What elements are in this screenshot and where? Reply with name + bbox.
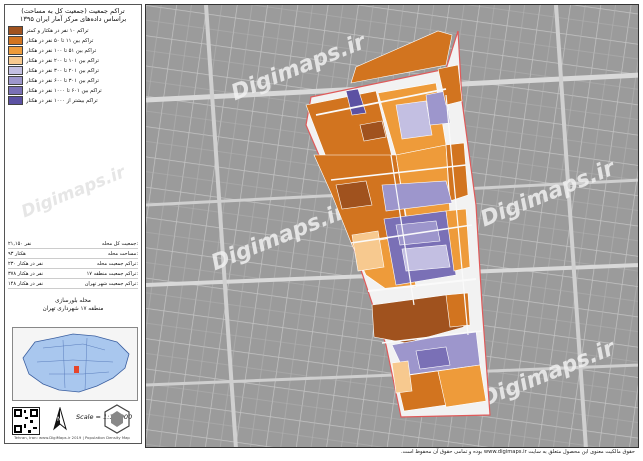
stat-label: جمعیت کل محله: <box>101 240 138 247</box>
legend-label: تراکم بین ۵۱ تا ۱۰۰ نفر در هکتار <box>26 47 97 54</box>
stats-table: ۲۱,۱۵۰ نفر جمعیت کل محله: ۹۳ هکتار مساحت م… <box>8 239 138 289</box>
legend-item: تراکم بین ۶۰۱ تا ۱۰۰۰ نفر در هکتار <box>8 86 138 95</box>
legend-swatch <box>8 76 23 85</box>
legend-swatch <box>8 86 23 95</box>
stat-value: ۹۳ هکتار <box>8 250 26 257</box>
digimaps-logo-icon <box>104 404 130 434</box>
stat-label: تراکم جمعیت شهر تهران: <box>84 280 138 287</box>
legend-item: تراکم بین ۱۱ تا ۵۰ نفر در هکتار <box>8 36 138 45</box>
legend-item: تراکم بین ۵۱ تا ۱۰۰ نفر در هکتار <box>8 46 138 55</box>
legend-panel: تراکم جمعیت (جمعیت کل به مساحت) براساس د… <box>4 4 142 444</box>
main-map[interactable]: Digimaps.ir Digimaps.ir Digimaps.ir Digi… <box>145 4 639 448</box>
copyright-footer: حقوق مالکیت معنوی این محصول متعلق به سای… <box>401 449 635 455</box>
stat-value: ۲۳۰ نفر در هکتار <box>8 260 44 267</box>
legend-item: تراکم بین ۱۰۱ تا ۲۰۰ نفر در هکتار <box>8 56 138 65</box>
stat-row: ۲۱,۱۵۰ نفر جمعیت کل محله: <box>8 239 138 249</box>
stat-label: تراکم جمعیت محله: <box>96 260 138 267</box>
legend-label: تراکم بین ۱۱ تا ۵۰ نفر در هکتار <box>26 37 94 44</box>
tehran-locator-svg <box>22 333 130 393</box>
legend-list: تراکم ۱۰ نفر در هکتار و کمتر تراکم بین ۱… <box>8 26 138 105</box>
legend-label: تراکم بین ۱۰۱ تا ۲۰۰ نفر در هکتار <box>26 57 99 64</box>
legend-item: تراکم بیشتر از ۱۰۰۰ نفر در هکتار <box>8 96 138 105</box>
legend-label: تراکم بین ۶۰۱ تا ۱۰۰۰ نفر در هکتار <box>26 87 102 94</box>
area-name-box: محله بلورسازی منطقه ۱۷ شهرداری تهران <box>8 297 138 313</box>
legend-title-line2: براساس داده‌های مرکز آمار ایران ۱۳۹۵ <box>19 15 127 23</box>
stat-row: ۳۷۸ نفر در هکتار تراکم جمعیت منطقه ۱۷: <box>8 269 138 279</box>
stat-row: ۱۴۸ نفر در هکتار تراکم جمعیت شهر تهران: <box>8 279 138 289</box>
qr-code-icon <box>12 407 40 435</box>
stat-label: تراکم جمعیت منطقه ۱۷: <box>86 270 138 277</box>
map-canvas: Digimaps.ir Digimaps.ir Digimaps.ir Digi… <box>146 5 638 447</box>
stat-value: ۳۷۸ نفر در هکتار <box>8 270 44 277</box>
legend-swatch <box>8 26 23 35</box>
stat-value: ۱۴۸ نفر در هکتار <box>8 280 44 287</box>
legend-swatch <box>8 36 23 45</box>
credit-text: Tehran, Iran: www.DigiMaps.ir 2019 | Pop… <box>14 435 130 440</box>
legend-swatch <box>8 66 23 75</box>
legend-item: تراکم بین ۳۰۱ تا ۶۰۰ نفر در هکتار <box>8 76 138 85</box>
stat-row: ۹۳ هکتار مساحت محله: <box>8 249 138 259</box>
legend-swatch <box>8 46 23 55</box>
neighborhood-name: محله بلورسازی <box>55 298 91 304</box>
map-footer-tools: N Scale = 1:10,000 Tehran, Iran: www.Dig… <box>12 403 140 443</box>
north-arrow-icon: N <box>53 407 67 431</box>
legend-label: تراکم بین ۲۰۱ تا ۳۰۰ نفر در هکتار <box>26 67 99 74</box>
legend-swatch <box>8 96 23 105</box>
svg-text:N: N <box>57 416 62 423</box>
stat-value: ۲۱,۱۵۰ نفر <box>8 240 32 247</box>
highlight-district <box>74 366 79 373</box>
legend-title: تراکم جمعیت (جمعیت کل به مساحت) براساس د… <box>5 7 141 23</box>
stat-label: مساحت محله: <box>107 250 138 257</box>
legend-swatch <box>8 56 23 65</box>
legend-title-line1: تراکم جمعیت (جمعیت کل به مساحت) <box>21 7 125 15</box>
watermark-text: Digimaps.ir <box>19 162 130 222</box>
district-name: منطقه ۱۷ شهرداری تهران <box>42 306 104 312</box>
legend-label: تراکم بین ۳۰۱ تا ۶۰۰ نفر در هکتار <box>26 77 99 84</box>
panel-watermark: Digimaps.ir <box>19 162 130 222</box>
legend-label: تراکم ۱۰ نفر در هکتار و کمتر <box>26 27 89 34</box>
inset-locator-map <box>12 327 138 401</box>
legend-item: تراکم بین ۲۰۱ تا ۳۰۰ نفر در هکتار <box>8 66 138 75</box>
stat-row: ۲۳۰ نفر در هکتار تراکم جمعیت محله: <box>8 259 138 269</box>
legend-item: تراکم ۱۰ نفر در هکتار و کمتر <box>8 26 138 35</box>
legend-label: تراکم بیشتر از ۱۰۰۰ نفر در هکتار <box>26 97 98 104</box>
